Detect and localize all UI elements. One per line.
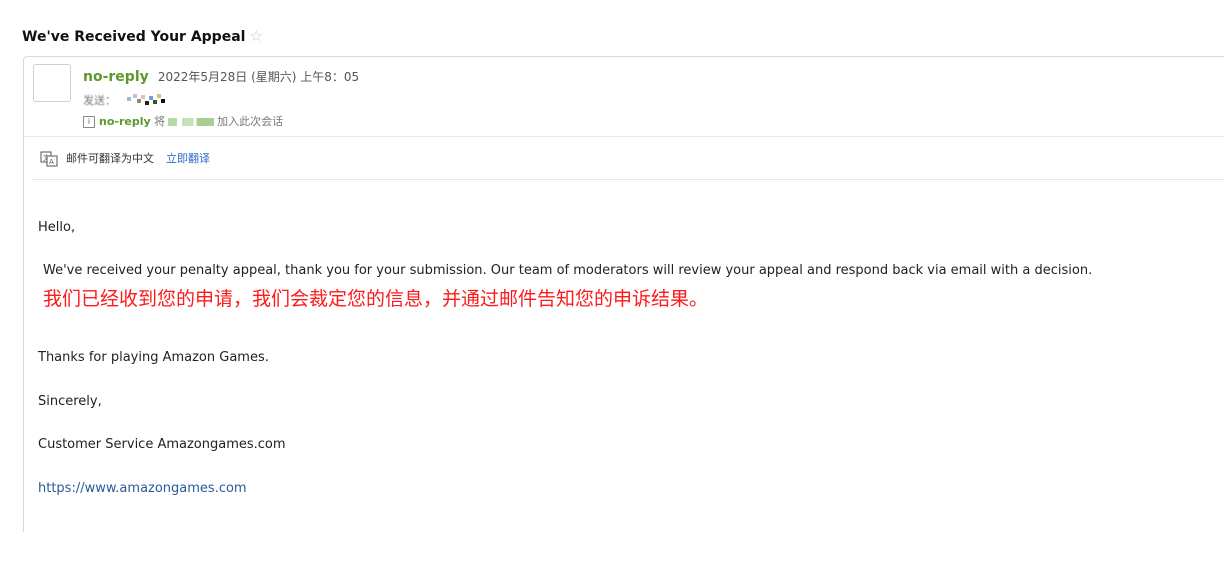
sender-name[interactable]: no-reply (83, 69, 149, 85)
redacted-recipient (127, 93, 167, 107)
conversation-notice: i no-reply 将 加入此次会话 (83, 113, 283, 129)
recipient-label: 发送： (83, 93, 116, 107)
email-subject: We've Received Your Appeal ☆ (22, 27, 263, 45)
translate-bar: 文 A 邮件可翻译为中文立即翻译 (40, 150, 210, 167)
sent-time: 2022年5月28日 (星期六) 上午8：05 (157, 70, 360, 84)
redacted-name (168, 118, 215, 126)
star-icon[interactable]: ☆ (249, 27, 262, 45)
notice-suffix: 加入此次会话 (217, 115, 284, 128)
from-line: no-reply 2022年5月28日 (星期六) 上午8：05 (83, 66, 359, 85)
body-paragraph: We've received your penalty appeal, than… (43, 263, 1093, 278)
translate-text: 邮件可翻译为中文 (66, 152, 154, 165)
thanks-line: Thanks for playing Amazon Games. (38, 350, 269, 365)
translate-now-link[interactable]: 立即翻译 (166, 152, 210, 165)
avatar[interactable] (33, 64, 71, 102)
subject-text: We've Received Your Appeal (22, 29, 246, 45)
body-divider (32, 179, 1224, 180)
greeting: Hello, (38, 220, 76, 235)
signature-line: Customer Service Amazongames.com (38, 437, 286, 452)
red-annotation: 我们已经收到您的申请，我们会裁定您的信息，并通过邮件告知您的申诉结果。 (43, 288, 709, 310)
notice-prefix: 将 (154, 115, 166, 128)
info-icon: i (83, 116, 95, 128)
translate-icon: 文 A (40, 151, 58, 167)
website-link[interactable]: https://www.amazongames.com (38, 481, 247, 496)
closing-line: Sincerely, (38, 394, 102, 409)
header-divider (24, 136, 1224, 137)
notice-sender[interactable]: no-reply (99, 115, 151, 128)
recipient-line: 发送： (83, 89, 167, 107)
svg-text:A: A (49, 158, 54, 166)
